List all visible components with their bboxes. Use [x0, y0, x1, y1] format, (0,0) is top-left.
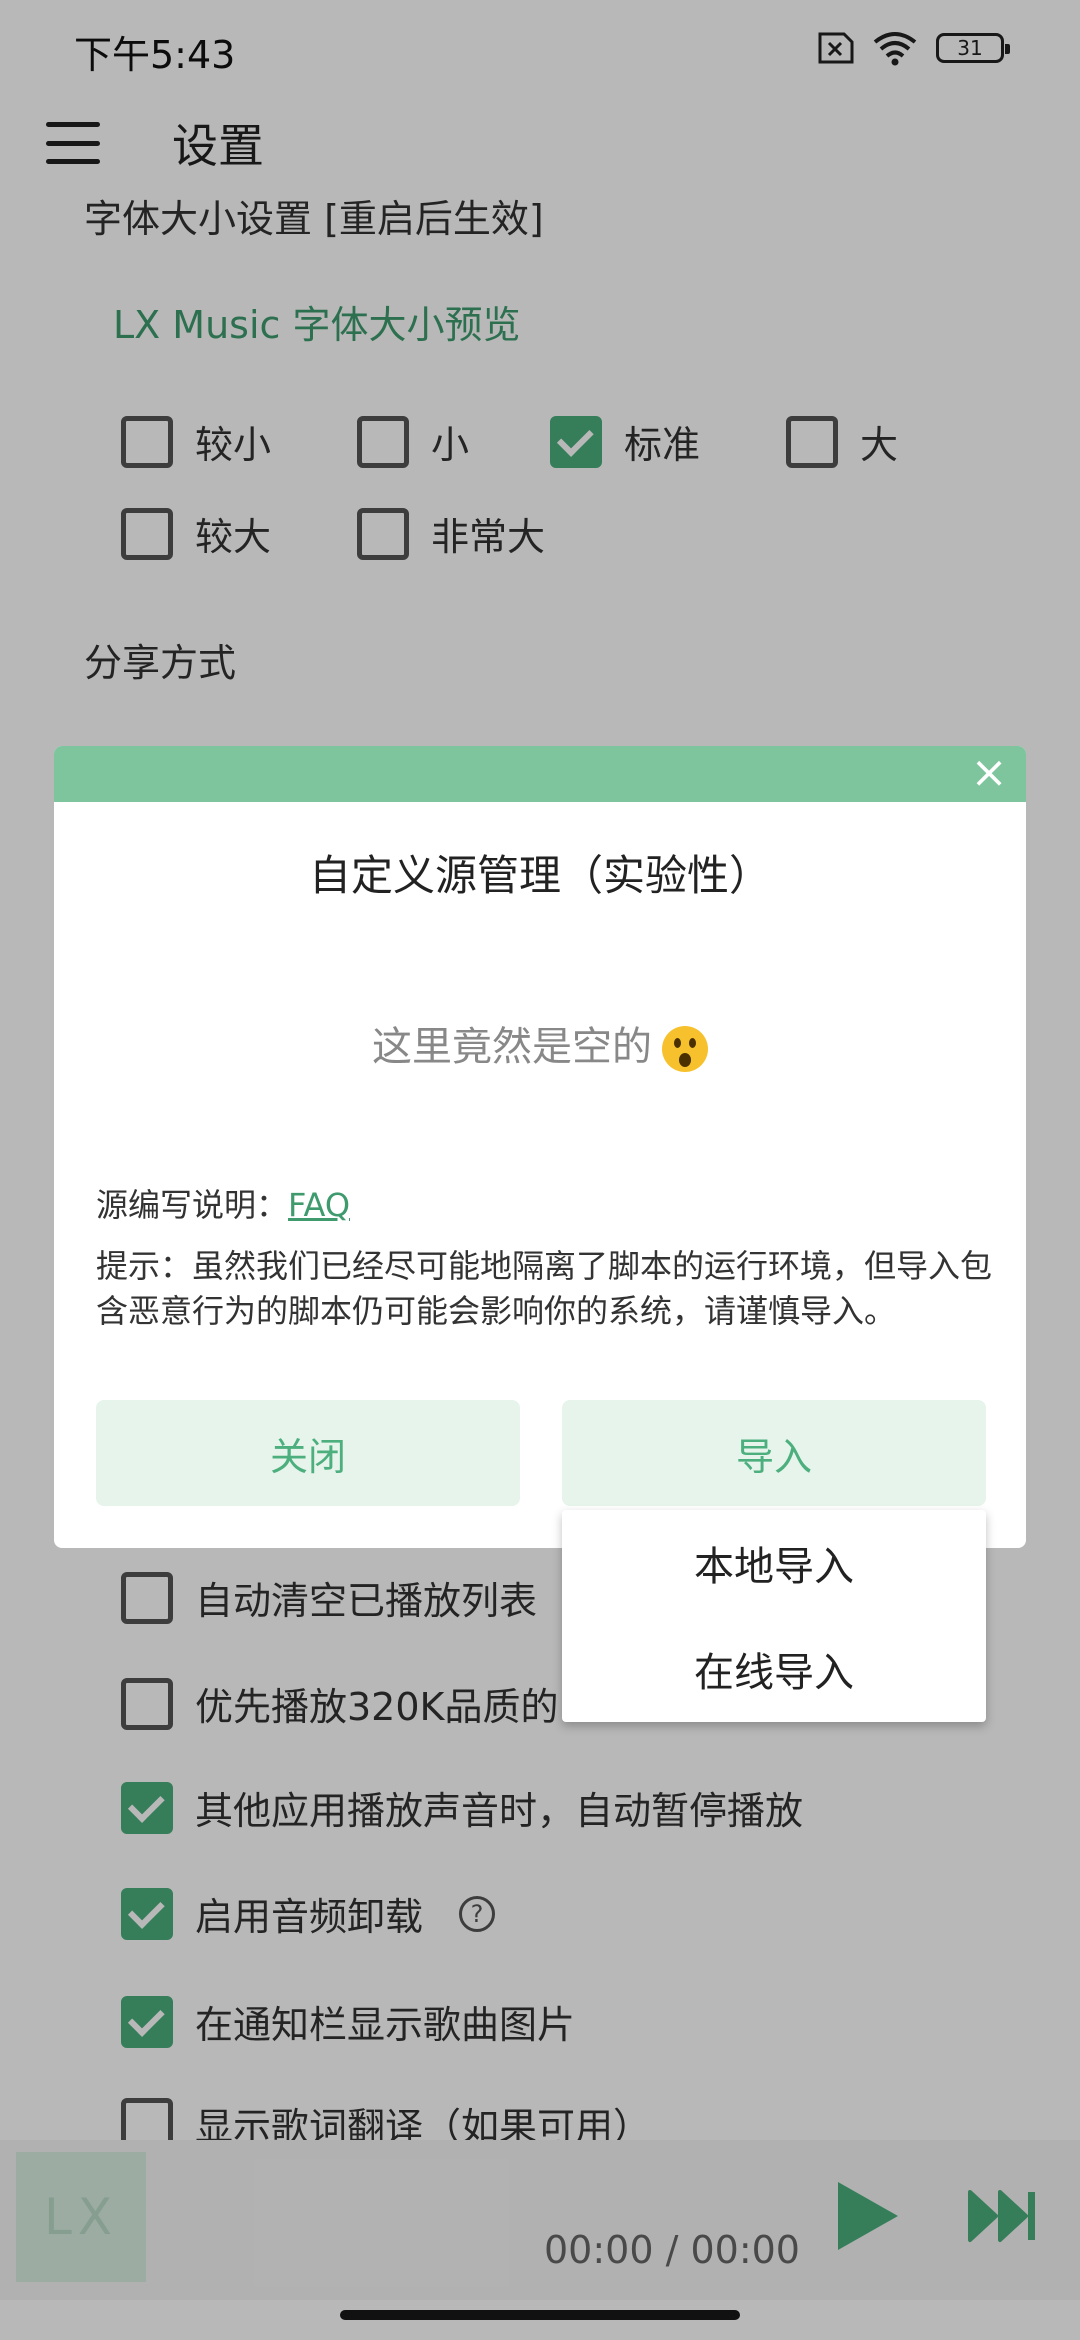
- close-button[interactable]: 关闭: [96, 1400, 520, 1506]
- home-indicator[interactable]: [340, 2310, 740, 2320]
- faq-link[interactable]: FAQ: [288, 1186, 350, 1224]
- import-menu: 本地导入 在线导入: [562, 1510, 986, 1722]
- close-icon[interactable]: ×: [966, 750, 1012, 796]
- empty-state: 这里竟然是空的: [54, 1014, 1026, 1072]
- astonished-face-icon: [662, 1026, 708, 1072]
- dialog-header: ×: [54, 746, 1026, 802]
- menu-item-online-import[interactable]: 在线导入: [562, 1616, 986, 1722]
- empty-state-text: 这里竟然是空的: [372, 1024, 652, 1070]
- faq-line: 源编写说明：FAQ: [96, 1180, 350, 1226]
- custom-source-dialog: × 自定义源管理（实验性） 这里竟然是空的 源编写说明：FAQ 提示：虽然我们已…: [54, 746, 1026, 1548]
- dialog-title: 自定义源管理（实验性）: [308, 851, 771, 900]
- faq-label: 源编写说明：: [96, 1186, 289, 1224]
- menu-item-local-import[interactable]: 本地导入: [562, 1510, 986, 1616]
- import-button[interactable]: 导入: [562, 1400, 986, 1506]
- warning-tip: 提示：虽然我们已经尽可能地隔离了脚本的运行环境，但导入包含恶意行为的脚本仍可能会…: [96, 1247, 993, 1330]
